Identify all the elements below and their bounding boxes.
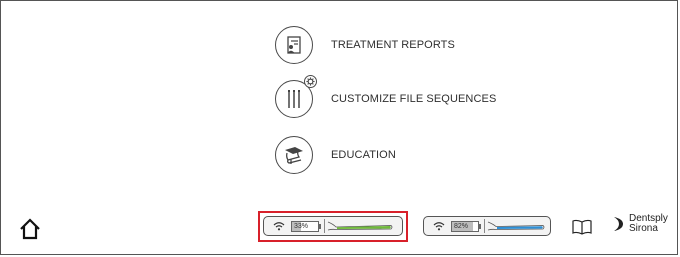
menu-item-education[interactable]: EDUCATION [275,134,396,176]
home-icon [20,218,40,240]
graduation-book-icon [275,136,313,174]
home-button[interactable] [19,218,41,240]
battery-cap [479,223,481,229]
menu-item-label: TREATMENT REPORTS [331,39,455,51]
device-status-2[interactable]: 82% [423,216,551,236]
handpiece-icon [487,221,545,231]
battery-percent: 33% [294,222,309,230]
handpiece-icon [327,221,393,231]
menu-item-label: CUSTOMIZE FILE SEQUENCES [331,93,497,105]
menu-item-label: EDUCATION [331,149,396,161]
wifi-icon [273,222,285,231]
device-status-1[interactable]: 33% [263,216,403,236]
report-document-icon [275,26,313,64]
files-sequence-icon [275,75,317,118]
battery-indicator: 33% [291,220,319,232]
user-manual-button[interactable] [571,219,593,235]
menu-item-customize-file-sequences[interactable]: CUSTOMIZE FILE SEQUENCES [275,75,497,120]
brand-logo: Dentsply Sirona [612,214,668,234]
wifi-icon [433,222,445,231]
dentsply-sirona-logo-icon [614,217,623,231]
brand-line-2: Sirona [629,223,658,234]
divider [324,219,325,233]
battery-percent: 82% [454,222,469,230]
brand-name: Dentsply Sirona [629,214,668,234]
divider [484,219,485,233]
open-book-icon [572,219,592,235]
menu-item-treatment-reports[interactable]: TREATMENT REPORTS [275,24,455,66]
battery-cap [319,223,321,229]
gear-icon [304,75,317,88]
battery-indicator: 82% [451,220,479,232]
